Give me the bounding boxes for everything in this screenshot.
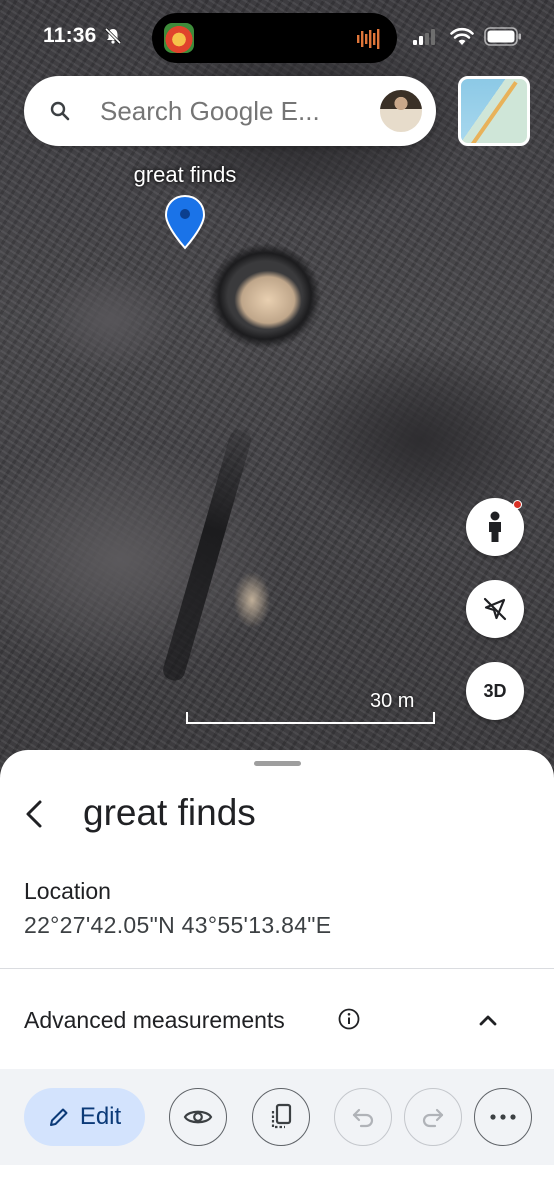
location-coordinates: 22°27'42.05"N 43°55'13.84"E xyxy=(24,912,332,938)
redo-icon xyxy=(422,1108,444,1128)
scale-label: 30 m xyxy=(370,690,415,712)
more-icon xyxy=(490,1114,516,1120)
eye-icon xyxy=(183,1110,213,1124)
divider xyxy=(0,968,554,969)
home-indicator-area xyxy=(0,1165,554,1199)
edit-button[interactable]: Edit xyxy=(24,1088,145,1146)
sheet-title: great finds xyxy=(83,792,256,833)
search-bar[interactable] xyxy=(24,76,436,146)
redo-button[interactable] xyxy=(404,1088,462,1146)
search-input[interactable] xyxy=(100,91,360,131)
compass-button[interactable] xyxy=(466,580,524,638)
notification-dot xyxy=(513,500,522,509)
sheet-drag-handle[interactable] xyxy=(254,761,301,766)
map-pin-icon[interactable] xyxy=(164,194,206,250)
compass-off-icon xyxy=(483,597,507,621)
action-toolbar: Edit xyxy=(0,1069,554,1165)
street-view-button[interactable] xyxy=(466,498,524,556)
cellular-signal-icon xyxy=(413,29,435,45)
copy-button[interactable] xyxy=(252,1088,310,1146)
pegman-icon xyxy=(489,511,501,542)
map-thumbnail-road xyxy=(468,81,518,143)
advanced-measurements-label[interactable]: Advanced measurements xyxy=(24,1007,285,1034)
dynamic-island xyxy=(152,13,397,63)
undo-icon xyxy=(352,1108,374,1128)
search-icon xyxy=(50,101,70,121)
view-3d-button[interactable]: 3D xyxy=(466,662,524,720)
placemark-label[interactable]: great finds xyxy=(100,162,270,188)
scale-bar xyxy=(186,712,435,724)
app-activity-icon xyxy=(164,23,194,53)
status-time: 11:36 xyxy=(43,24,97,47)
visibility-button[interactable] xyxy=(169,1088,227,1146)
chevron-left-icon xyxy=(26,800,42,828)
battery-icon xyxy=(484,27,521,46)
back-button[interactable] xyxy=(14,794,54,834)
chevron-up-icon xyxy=(479,1015,497,1026)
more-options-button[interactable] xyxy=(474,1088,532,1146)
bottom-sheet: great finds Location 22°27'42.05"N 43°55… xyxy=(0,750,554,1199)
pencil-icon xyxy=(49,1108,68,1126)
wifi-icon xyxy=(450,27,474,45)
audio-wave-icon xyxy=(357,29,380,49)
location-label: Location xyxy=(24,878,111,904)
map-terrain-feature xyxy=(160,426,254,683)
edit-label: Edit xyxy=(79,1103,122,1130)
info-icon[interactable] xyxy=(338,1008,360,1030)
map-layers-button[interactable] xyxy=(458,76,530,146)
view-3d-label: 3D xyxy=(483,680,507,701)
avatar[interactable] xyxy=(378,88,424,134)
silent-bell-icon xyxy=(104,27,122,45)
copy-icon xyxy=(271,1103,292,1129)
undo-button[interactable] xyxy=(334,1088,392,1146)
collapse-button[interactable] xyxy=(472,1004,504,1036)
